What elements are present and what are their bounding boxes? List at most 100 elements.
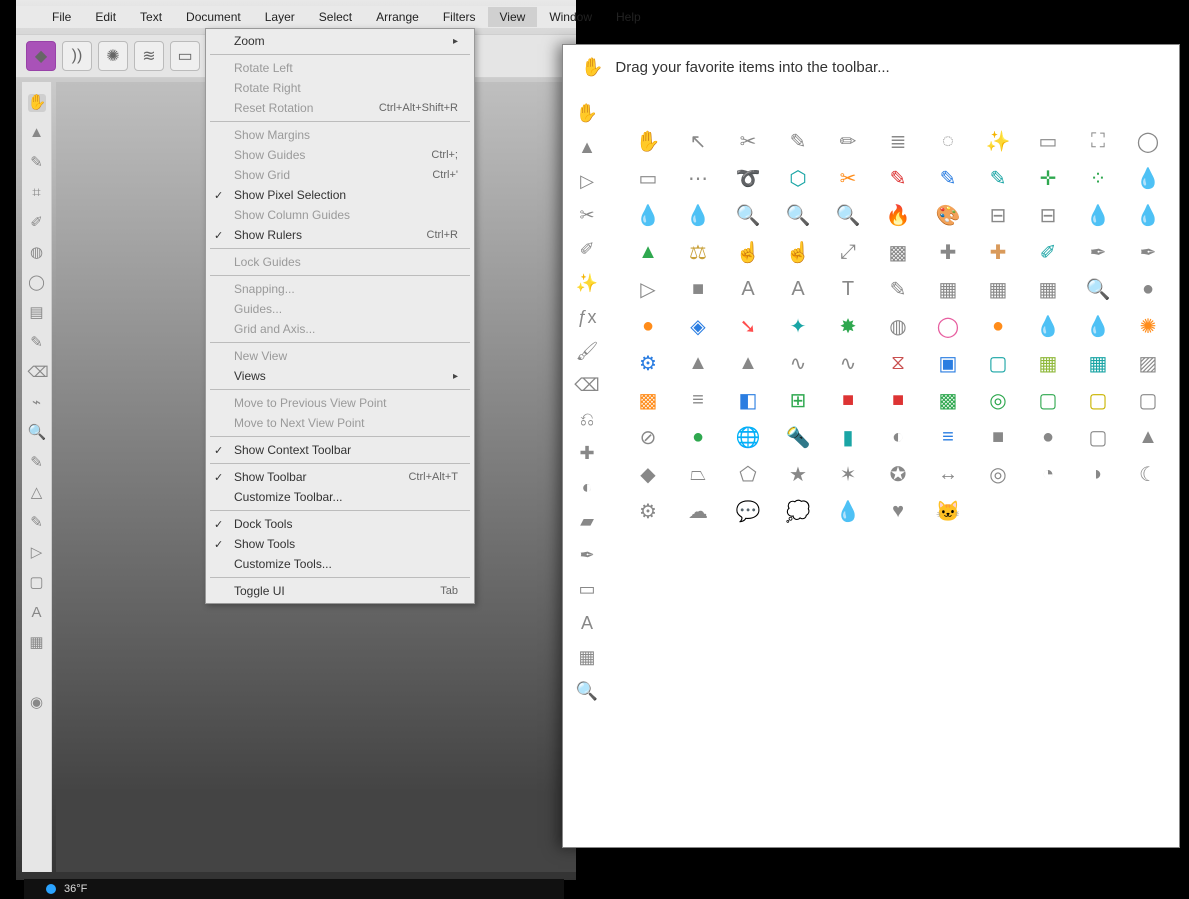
menu-view[interactable]: View bbox=[488, 7, 538, 27]
overlay-brush-icon[interactable]: ✎ bbox=[984, 164, 1012, 192]
globe-icon[interactable]: 🌐 bbox=[734, 423, 762, 451]
menu-window[interactable]: Window bbox=[537, 7, 604, 27]
tool-brush-icon[interactable]: ✎ bbox=[28, 154, 46, 172]
grey-triangle-icon[interactable]: ▲ bbox=[1134, 423, 1162, 451]
lines-icon[interactable]: ≡ bbox=[684, 386, 712, 414]
half-circle-icon[interactable]: ◐ bbox=[884, 423, 912, 451]
burst-green-icon[interactable]: ✸ bbox=[834, 312, 862, 340]
clone-icon[interactable]: ⎌ bbox=[575, 407, 599, 431]
eyedrop-orange2-icon[interactable]: 💧 bbox=[684, 201, 712, 229]
play-icon[interactable]: ▷ bbox=[634, 275, 662, 303]
blur-circle-icon[interactable]: ● bbox=[1134, 275, 1162, 303]
pie-icon[interactable]: ◔ bbox=[1034, 460, 1062, 488]
cloud-icon[interactable]: ☁ bbox=[684, 497, 712, 525]
zoom-icon[interactable]: 🔍 bbox=[575, 679, 599, 703]
lens-blue-icon[interactable]: 🔍 bbox=[784, 201, 812, 229]
tool-crop-icon[interactable]: ⌗ bbox=[28, 184, 46, 202]
smudge-hand-icon[interactable]: ☝ bbox=[734, 238, 762, 266]
pyramid-grey-icon[interactable]: ▲ bbox=[684, 349, 712, 377]
ring-pink-icon[interactable]: ◯ bbox=[934, 312, 962, 340]
menu-item-show-tools[interactable]: ✓Show Tools bbox=[206, 534, 474, 554]
menu-item-show-rulers[interactable]: ✓Show RulersCtrl+R bbox=[206, 225, 474, 245]
tool-mesh-icon[interactable]: ▦ bbox=[28, 634, 46, 652]
grey-circle-icon[interactable]: ● bbox=[1034, 423, 1062, 451]
square-solid-icon[interactable]: ■ bbox=[684, 275, 712, 303]
ring-square-icon[interactable]: ▣ bbox=[934, 349, 962, 377]
ellipse-dotted-icon[interactable]: ◯ bbox=[1134, 127, 1162, 155]
rings-green-icon[interactable]: ◎ bbox=[984, 386, 1012, 414]
grid-green-icon[interactable]: ▦ bbox=[1034, 349, 1062, 377]
fill-icon[interactable]: ▰ bbox=[575, 509, 599, 533]
mesh-teal-icon[interactable]: ▦ bbox=[1034, 275, 1062, 303]
burst-icon[interactable]: ✶ bbox=[834, 460, 862, 488]
crop-icon[interactable]: ✂ bbox=[575, 203, 599, 227]
color-dots-icon[interactable]: ⁘ bbox=[1084, 164, 1112, 192]
speech-round-icon[interactable]: 💭 bbox=[784, 497, 812, 525]
tool-eyedrop-icon[interactable]: ✎ bbox=[28, 514, 46, 532]
tool-rect-icon[interactable]: A bbox=[28, 604, 46, 622]
eyedrop-lens-icon[interactable]: 🔍 bbox=[734, 201, 762, 229]
menu-document[interactable]: Document bbox=[174, 7, 253, 27]
pen-icon[interactable]: ✒ bbox=[575, 543, 599, 567]
hand-icon[interactable]: ✋ bbox=[634, 127, 662, 155]
crescent-icon[interactable]: ☾ bbox=[1134, 460, 1162, 488]
rect-dash-icon[interactable]: ▭ bbox=[634, 164, 662, 192]
pyramid-dots-icon[interactable]: ▲ bbox=[734, 349, 762, 377]
fountain-pen-icon[interactable]: ✒ bbox=[1134, 238, 1162, 266]
toolbar-btn-2[interactable]: )) bbox=[62, 41, 92, 71]
yellow-square-icon[interactable]: ▢ bbox=[1084, 386, 1112, 414]
dashed-circle-icon[interactable]: ◌ bbox=[934, 127, 962, 155]
fx-icon[interactable]: ƒx bbox=[575, 305, 599, 329]
grid-teal-icon[interactable]: ▦ bbox=[1084, 349, 1112, 377]
red-trail-icon[interactable]: ➘ bbox=[734, 312, 762, 340]
red-square-icon[interactable]: ■ bbox=[834, 386, 862, 414]
diag-arrows-icon[interactable]: ⤢ bbox=[834, 238, 862, 266]
crosshair-icon[interactable]: ✛ bbox=[1034, 164, 1062, 192]
menu-item-show-pixel-selection[interactable]: ✓Show Pixel Selection bbox=[206, 185, 474, 205]
eyedrop-orange-icon[interactable]: 💧 bbox=[1134, 164, 1162, 192]
tool-move-icon[interactable]: ▲ bbox=[28, 124, 46, 142]
menu-item-customize-toolbar-[interactable]: Customize Toolbar... bbox=[206, 487, 474, 507]
cat-icon[interactable]: 🐱 bbox=[934, 497, 962, 525]
menu-select[interactable]: Select bbox=[307, 7, 364, 27]
menu-item-zoom[interactable]: Zoom▸ bbox=[206, 31, 474, 51]
star-icon[interactable]: ★ bbox=[784, 460, 812, 488]
tool-selbrush-icon[interactable]: ✐ bbox=[28, 214, 46, 232]
checker-icon[interactable]: ▩ bbox=[884, 238, 912, 266]
checker-orange-icon[interactable]: ▩ bbox=[634, 386, 662, 414]
menu-edit[interactable]: Edit bbox=[83, 7, 128, 27]
drop-grey-icon[interactable]: 💧 bbox=[1134, 201, 1162, 229]
menu-layer[interactable]: Layer bbox=[253, 7, 307, 27]
no-circle-icon[interactable]: ⊘ bbox=[634, 423, 662, 451]
mesh-icon[interactable]: ▦ bbox=[934, 275, 962, 303]
tool-paint-icon[interactable]: ✎ bbox=[28, 334, 46, 352]
frame-text-icon[interactable]: A bbox=[575, 611, 599, 635]
bandage-color-icon[interactable]: ✚ bbox=[984, 238, 1012, 266]
brush-small-icon[interactable]: ✎ bbox=[884, 275, 912, 303]
aperture-icon[interactable]: ◍ bbox=[884, 312, 912, 340]
persona-button[interactable]: ◆ bbox=[26, 41, 56, 71]
wave2-icon[interactable]: ∿ bbox=[834, 349, 862, 377]
paint-brush-icon[interactable]: 🖌 bbox=[575, 339, 599, 363]
menu-item-toggle-ui[interactable]: Toggle UITab bbox=[206, 581, 474, 601]
menu-filters[interactable]: Filters bbox=[431, 7, 488, 27]
marquee-rect-icon[interactable]: ▭ bbox=[1034, 127, 1062, 155]
swirl-icon[interactable]: ✐ bbox=[1034, 238, 1062, 266]
triangle-green-icon[interactable]: ▲ bbox=[634, 238, 662, 266]
hand-icon[interactable]: ✋ bbox=[575, 101, 599, 125]
scissors-icon[interactable]: ✂ bbox=[834, 164, 862, 192]
diamond-icon[interactable]: ◆ bbox=[634, 460, 662, 488]
smudge-dark-icon[interactable]: ☝ bbox=[784, 238, 812, 266]
heart-icon[interactable]: ♥ bbox=[884, 497, 912, 525]
inpaint-icon[interactable]: ✚ bbox=[575, 441, 599, 465]
burst-teal-icon[interactable]: ✦ bbox=[784, 312, 812, 340]
wand-icon[interactable]: ✨ bbox=[984, 127, 1012, 155]
tool-gradient-icon[interactable]: ▤ bbox=[28, 304, 46, 322]
menu-item-views[interactable]: Views▸ bbox=[206, 366, 474, 386]
tool-clone-icon[interactable]: ⌁ bbox=[28, 394, 46, 412]
mesh-warp-icon[interactable]: ▦ bbox=[984, 275, 1012, 303]
orange-glow-icon[interactable]: ● bbox=[634, 312, 662, 340]
menu-item-show-context-toolbar[interactable]: ✓Show Context Toolbar bbox=[206, 440, 474, 460]
tool-flood-icon[interactable]: ◍ bbox=[28, 244, 46, 262]
pentagon-icon[interactable]: ⬠ bbox=[734, 460, 762, 488]
